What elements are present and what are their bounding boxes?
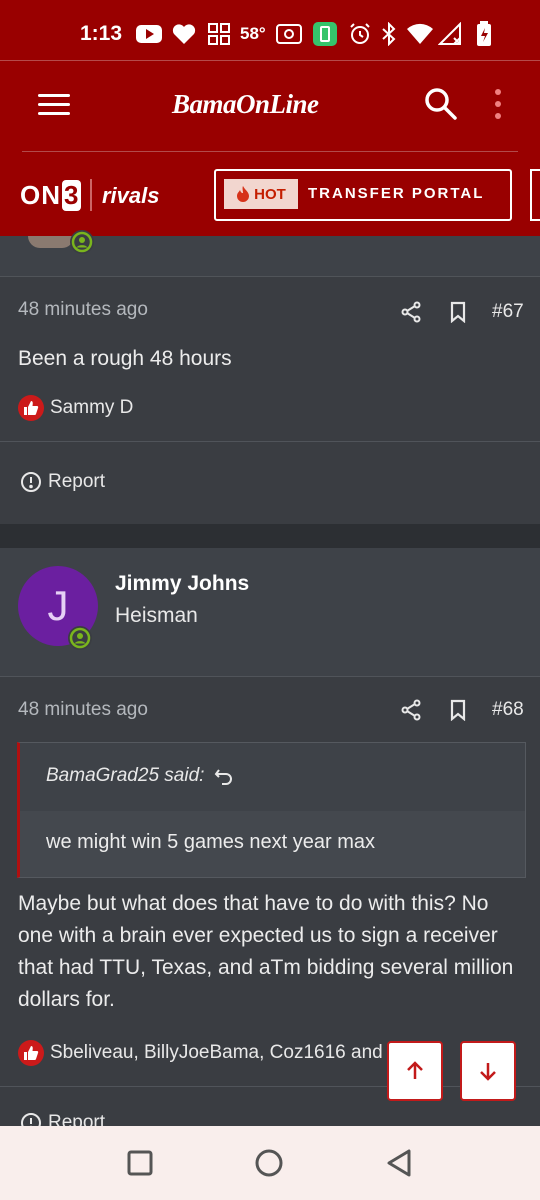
system-navigation-bar [0, 1126, 540, 1200]
rivals-logo[interactable]: rivals [102, 183, 160, 209]
share-icon[interactable] [400, 699, 422, 721]
site-logo[interactable]: BamaOnLine [172, 89, 319, 120]
battery-saver-icon [312, 22, 338, 46]
quote-body: we might win 5 games next year max [20, 811, 525, 877]
reaction-summary[interactable]: Sbeliveau, BillyJoeBama, Coz1616 and 2 o [18, 1040, 388, 1066]
post-body: Maybe but what does that have to do with… [18, 892, 514, 1011]
flame-icon [237, 186, 250, 202]
wifi-icon [406, 22, 434, 46]
battery-icon [476, 21, 492, 46]
user-title: Heisman [115, 604, 198, 627]
quote-author[interactable]: BamaGrad25 said: [46, 765, 204, 787]
hot-label: HOT [254, 185, 286, 203]
recent-apps-icon[interactable] [123, 1146, 157, 1180]
search-icon[interactable] [424, 87, 458, 121]
on3-logo[interactable]: ON 3 [20, 180, 82, 211]
header-divider [22, 151, 518, 152]
back-icon[interactable] [382, 1146, 416, 1180]
site-header: BamaOnLine ON 3 rivals HOT TRANSFER PORTA… [0, 60, 540, 237]
bookmark-icon[interactable] [447, 699, 469, 722]
post-number[interactable]: #68 [492, 699, 524, 721]
logo-separator [90, 179, 92, 211]
next-promo-button[interactable] [530, 169, 540, 221]
post-body: Been a rough 48 hours [18, 347, 232, 370]
scroll-up-button[interactable] [387, 1041, 443, 1101]
post-67: 48 minutes ago #67 Been a rough 48 hours… [0, 277, 540, 524]
bookmark-icon[interactable] [447, 301, 469, 324]
post-separator [0, 524, 540, 548]
alarm-icon [348, 22, 372, 46]
menu-icon[interactable] [38, 94, 70, 116]
radio-icon [276, 22, 302, 46]
hot-badge: HOT [224, 179, 298, 209]
post-divider [0, 1086, 540, 1087]
username[interactable]: Jimmy Johns [115, 572, 249, 596]
jump-to-quote-icon [215, 769, 233, 785]
reaction-names[interactable]: Sammy D [50, 397, 133, 419]
status-time: 1:13 [80, 22, 123, 45]
home-icon[interactable] [252, 1146, 286, 1180]
post-number[interactable]: #67 [492, 301, 524, 323]
post-actions [400, 301, 469, 324]
post-68-user-block: J Jimmy Johns Heisman [0, 548, 540, 677]
heart-icon [172, 22, 196, 46]
quote-text: we might win 5 games next year max [46, 831, 376, 853]
transfer-portal-button[interactable]: HOT TRANSFER PORTAL [214, 169, 512, 221]
on3-number: 3 [62, 180, 82, 211]
like-icon [18, 395, 44, 421]
arrow-down-icon [480, 1063, 496, 1081]
quote-header[interactable]: BamaGrad25 said: [46, 765, 234, 787]
online-status-icon [70, 230, 94, 254]
report-button[interactable]: Report [20, 1112, 105, 1126]
report-label: Report [48, 1112, 106, 1126]
avatar[interactable] [28, 236, 74, 248]
post-time[interactable]: 48 minutes ago [18, 299, 148, 321]
post-time[interactable]: 48 minutes ago [18, 699, 148, 721]
quote-block: BamaGrad25 said: we might win 5 games ne… [17, 742, 526, 878]
bluetooth-icon [380, 22, 398, 46]
more-options-icon[interactable] [486, 89, 508, 123]
report-icon [21, 1113, 41, 1126]
status-bar: 1:13 58° [0, 0, 540, 60]
transfer-portal-label: TRANSFER PORTAL [308, 185, 485, 202]
post-actions [400, 699, 469, 722]
report-button[interactable]: Report [20, 471, 105, 493]
on3-label: ON [20, 180, 61, 210]
reaction-summary[interactable]: Sammy D [18, 395, 133, 421]
scroll-down-button[interactable] [460, 1041, 516, 1101]
online-status-icon [68, 626, 92, 650]
report-icon [21, 472, 41, 492]
arrow-up-icon [407, 1061, 423, 1079]
like-icon [18, 1040, 44, 1066]
weather-temperature: 58° [240, 24, 266, 43]
youtube-icon [136, 22, 162, 46]
share-icon[interactable] [400, 301, 422, 323]
post-divider [0, 441, 540, 442]
report-label: Report [48, 471, 106, 492]
reaction-names[interactable]: Sbeliveau, BillyJoeBama, Coz1616 and 2 o [50, 1042, 388, 1064]
grid-app-icon [207, 22, 231, 46]
signal-icon [438, 22, 464, 46]
previous-user-block [0, 230, 540, 277]
